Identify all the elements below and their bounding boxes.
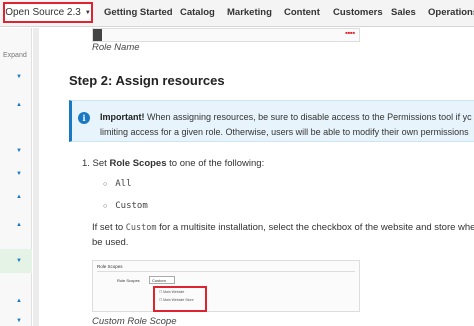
multisite-text: If set to Custom for a multisite install… — [92, 222, 474, 233]
step-1-text: 1. Set Role Scopes to one of the followi… — [82, 158, 265, 169]
role-name-screenshot: ■■■■ — [92, 28, 360, 42]
top-navigation: Open Source 2.3 ▼ Getting Started Catalo… — [0, 0, 474, 27]
nav-operations[interactable]: Operations — [428, 0, 474, 27]
sidebar: Expand ▼ ▲ ▼ ▼ ▲ ▲ ▼ ▲ ▼ — [0, 28, 32, 326]
important-label: Important! — [100, 112, 145, 122]
nav-customers[interactable]: Customers — [333, 0, 383, 27]
triangle-up-icon[interactable]: ▲ — [16, 102, 22, 108]
option-item: ○ All — [103, 179, 132, 189]
option-item: ○ Custom — [103, 201, 148, 211]
option-all: All — [115, 179, 132, 189]
screenshot-select: Custom — [149, 276, 175, 284]
note-text-line2: limiting access for a given role. Otherw… — [100, 127, 469, 137]
option-custom: Custom — [115, 201, 148, 211]
caret-down-icon: ▼ — [84, 9, 91, 16]
version-label: Open Source 2.3 — [5, 7, 81, 18]
note-text-line1: When assigning resources, be sure to dis… — [147, 112, 472, 122]
triangle-up-icon[interactable]: ▲ — [16, 222, 22, 228]
role-scopes-label: Role Scopes — [109, 158, 167, 169]
screenshot-title: Role Scopes — [97, 264, 123, 269]
highlight-box — [153, 286, 207, 312]
main-content: ■■■■ Role Name Step 2: Assign resources … — [40, 28, 474, 326]
triangle-down-icon[interactable]: ▼ — [16, 171, 22, 177]
nav-marketing[interactable]: Marketing — [227, 0, 272, 27]
step-2-heading: Step 2: Assign resources — [69, 73, 225, 88]
custom-scope-caption: Custom Role Scope — [92, 316, 177, 326]
triangle-up-icon[interactable]: ▲ — [16, 194, 22, 200]
triangle-down-icon[interactable]: ▼ — [16, 148, 22, 154]
nav-sales[interactable]: Sales — [391, 0, 416, 27]
multisite-text-line2: be used. — [92, 237, 129, 248]
nav-getting-started[interactable]: Getting Started — [104, 0, 173, 27]
sidebar-scrollbar[interactable] — [33, 28, 39, 326]
triangle-down-icon[interactable]: ▼ — [16, 318, 22, 324]
triangle-down-icon[interactable]: ▼ — [16, 74, 22, 80]
triangle-up-icon[interactable]: ▲ — [16, 298, 22, 304]
bullet-icon: ○ — [103, 203, 108, 210]
important-note: i Important! When assigning resources, b… — [69, 100, 474, 142]
info-icon: i — [78, 112, 90, 124]
nav-catalog[interactable]: Catalog — [180, 0, 215, 27]
expand-link[interactable]: Expand — [3, 52, 27, 59]
triangle-down-icon[interactable]: ▼ — [16, 258, 22, 264]
role-name-caption: Role Name — [92, 42, 140, 53]
bullet-icon: ○ — [103, 181, 108, 188]
screenshot-field-label: Role Scopes — [117, 278, 140, 283]
role-scopes-screenshot: Role Scopes Role Scopes Custom ☐ Main We… — [92, 260, 360, 312]
nav-content[interactable]: Content — [284, 0, 320, 27]
version-selector[interactable]: Open Source 2.3 ▼ — [3, 2, 93, 23]
code-custom: Custom — [125, 223, 157, 233]
